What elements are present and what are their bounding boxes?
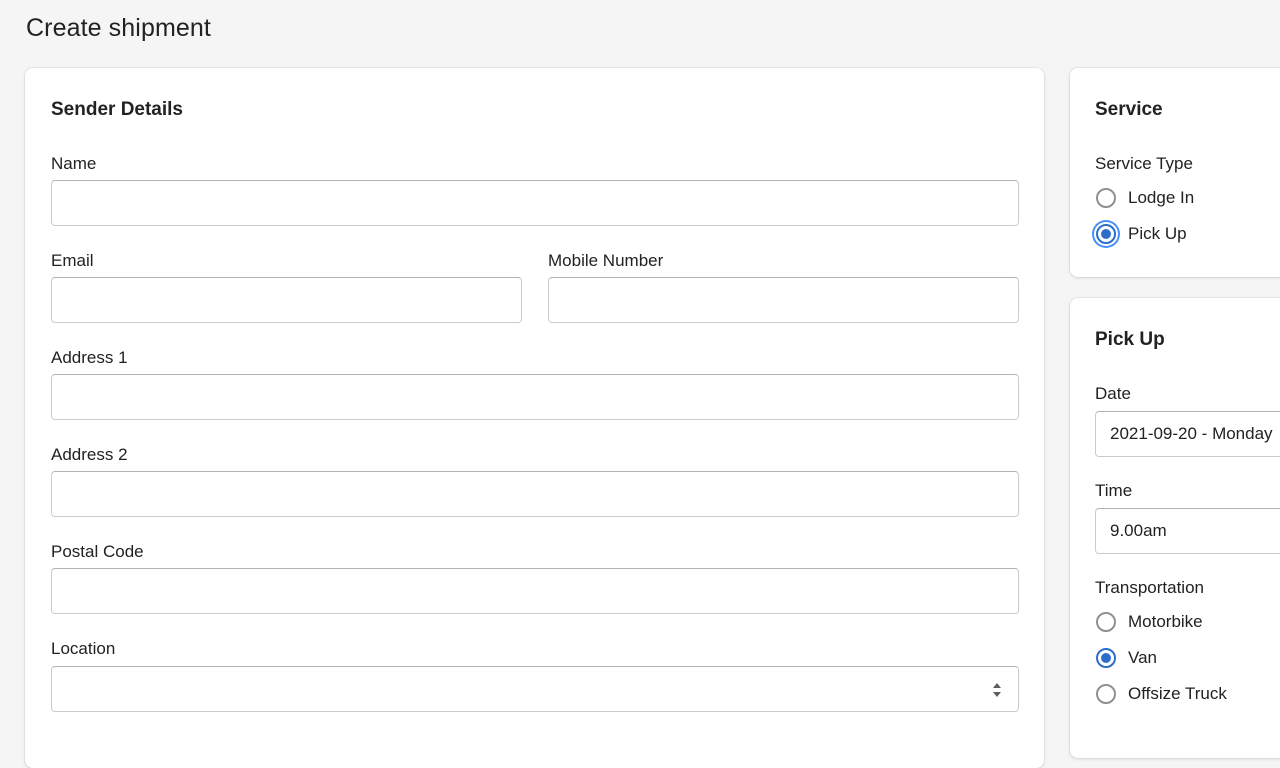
sender-details-card: Sender Details Name Email Mobile Number … [25, 68, 1044, 768]
transport-option-label: Van [1128, 648, 1157, 667]
pickup-title: Pick Up [1095, 329, 1165, 350]
location-label: Location [51, 639, 116, 658]
time-label: Time [1095, 481, 1133, 500]
postal-code-input[interactable] [51, 568, 1019, 614]
transport-option-van[interactable]: Van [1096, 648, 1157, 668]
mobile-number-input[interactable] [548, 277, 1019, 323]
date-label: Date [1095, 384, 1131, 403]
service-type-label: Service Type [1095, 154, 1193, 173]
service-option-pick-up[interactable]: Pick Up [1096, 224, 1187, 244]
date-select-value: 2021-09-20 - Monday [1110, 424, 1273, 443]
service-option-lodge-in[interactable]: Lodge In [1096, 188, 1194, 208]
transport-option-label: Motorbike [1128, 612, 1203, 631]
email-input[interactable] [51, 277, 522, 323]
transport-option-offsize-truck[interactable]: Offsize Truck [1096, 684, 1227, 704]
radio-unchecked-icon[interactable] [1096, 612, 1116, 632]
service-option-label: Lodge In [1128, 188, 1195, 207]
service-card: Service Service Type Lodge In Pick Up [1070, 68, 1280, 277]
radio-unchecked-icon[interactable] [1096, 684, 1116, 704]
pickup-card: Pick Up Date 2021-09-20 - Monday Time 9.… [1070, 298, 1280, 758]
sender-details-title: Sender Details [51, 99, 183, 120]
location-select[interactable] [51, 666, 1019, 712]
page-title: Create shipment [26, 14, 211, 42]
name-input[interactable] [51, 180, 1019, 226]
address2-label: Address 2 [51, 445, 128, 464]
service-option-label: Pick Up [1128, 224, 1187, 243]
address2-input[interactable] [51, 471, 1019, 517]
address1-input[interactable] [51, 374, 1019, 420]
radio-checked-icon[interactable] [1096, 648, 1116, 668]
time-select-value: 9.00am [1110, 521, 1167, 540]
date-select[interactable]: 2021-09-20 - Monday [1095, 411, 1280, 457]
time-select[interactable]: 9.00am [1095, 508, 1280, 554]
postal-code-label: Postal Code [51, 542, 144, 561]
name-label: Name [51, 154, 97, 173]
address1-label: Address 1 [51, 348, 128, 367]
service-title: Service [1095, 99, 1163, 120]
select-arrows-icon [993, 683, 1001, 697]
mobile-number-label: Mobile Number [548, 251, 664, 270]
transportation-label: Transportation [1095, 578, 1204, 597]
transport-option-label: Offsize Truck [1128, 684, 1227, 703]
transport-option-motorbike[interactable]: Motorbike [1096, 612, 1203, 632]
radio-unchecked-icon[interactable] [1096, 188, 1116, 208]
email-label: Email [51, 251, 94, 270]
radio-checked-icon[interactable] [1096, 224, 1116, 244]
